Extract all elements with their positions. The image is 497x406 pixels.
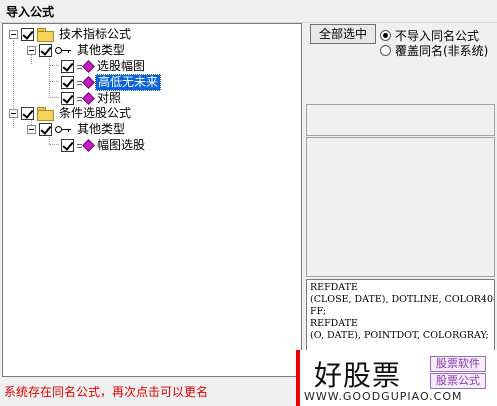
tree-node-label: 其他类型 xyxy=(77,121,126,136)
description-panel xyxy=(306,137,495,277)
checkbox[interactable] xyxy=(21,27,34,41)
tree-node-other-types[interactable]: 其他类型 xyxy=(27,42,127,58)
tree-leaf-label: 对照 xyxy=(97,90,122,105)
formula-icon xyxy=(77,76,95,89)
window-title: 导入公式 xyxy=(6,5,55,19)
tree-leaf-item[interactable]: 对照 xyxy=(61,90,123,106)
status-message: 系统存在同名公式，再次点击可以更名 xyxy=(4,385,209,399)
tree-connector xyxy=(49,81,59,82)
watermark-accent-bar xyxy=(296,350,300,406)
radio-icon[interactable] xyxy=(380,30,391,41)
name-panel xyxy=(306,104,495,136)
tree-connector xyxy=(49,144,59,145)
tree-leaf-item-selected[interactable]: 高低无未来 xyxy=(61,73,162,91)
folder-icon xyxy=(37,106,54,121)
select-all-button[interactable]: 全部选中 xyxy=(310,24,376,44)
formula-tree[interactable]: 技术指标公式 其他类型 选股幅图 高低无未来 对照 条件选股公式 其他类型 幅图… xyxy=(2,23,302,377)
title-bar: 导入公式 xyxy=(0,0,497,23)
watermark: 好股票 股票软件 股票公式 WWW.GOODGUPIAO.COM xyxy=(296,350,497,406)
tree-leaf-label: 选股幅图 xyxy=(97,58,146,73)
radio-overwrite-duplicates[interactable]: 覆盖同名(非系统) xyxy=(380,42,488,59)
tree-node-tech-formulas[interactable]: 技术指标公式 xyxy=(9,26,133,42)
tree-connector xyxy=(49,54,50,98)
watermark-brand: 好股票 xyxy=(314,359,402,392)
checkbox[interactable] xyxy=(61,138,74,152)
checkbox[interactable] xyxy=(61,91,74,105)
code-line: FF; xyxy=(310,306,327,317)
tree-connector xyxy=(49,65,59,66)
formula-icon xyxy=(77,60,95,73)
checkbox[interactable] xyxy=(21,106,34,120)
radio-icon[interactable] xyxy=(380,45,391,56)
checkbox[interactable] xyxy=(39,43,52,57)
tree-node-condition-formulas[interactable]: 条件选股公式 xyxy=(9,105,133,121)
key-icon xyxy=(55,44,71,56)
code-line: (O, DATE), POINTDOT, COLORGRAY; xyxy=(310,330,489,341)
formula-icon xyxy=(77,139,95,152)
key-icon xyxy=(55,123,71,135)
tree-node-label: 其他类型 xyxy=(77,42,126,57)
tree-leaf-item[interactable]: 幅图选股 xyxy=(61,137,147,153)
radio-label: 覆盖同名(非系统) xyxy=(395,44,489,58)
checkbox[interactable] xyxy=(61,59,74,73)
code-line: (CLOSE, DATE), DOTLINE, COLOR4080 xyxy=(310,294,495,305)
collapse-toggle-icon[interactable] xyxy=(9,108,18,118)
tree-node-label: 技术指标公式 xyxy=(59,26,132,41)
formula-icon xyxy=(77,92,95,105)
tree-connector xyxy=(49,97,59,98)
watermark-url: WWW.GOODGUPIAO.COM xyxy=(304,390,463,403)
watermark-tag: 股票软件 xyxy=(430,356,486,372)
collapse-toggle-icon[interactable] xyxy=(27,45,36,55)
tree-node-label: 条件选股公式 xyxy=(59,105,132,120)
tree-leaf-item[interactable]: 选股幅图 xyxy=(61,58,147,74)
watermark-tag: 股票公式 xyxy=(430,373,486,389)
collapse-toggle-icon[interactable] xyxy=(27,124,36,134)
tree-leaf-label: 幅图选股 xyxy=(97,137,146,152)
checkbox[interactable] xyxy=(39,122,52,136)
tree-leaf-label: 高低无未来 xyxy=(95,73,162,91)
collapse-toggle-icon[interactable] xyxy=(9,29,18,39)
folder-icon xyxy=(37,27,54,42)
code-line: REFDATE xyxy=(310,282,358,293)
code-line: REFDATE xyxy=(310,318,358,329)
checkbox[interactable] xyxy=(61,75,74,89)
tree-node-other-types[interactable]: 其他类型 xyxy=(27,121,127,137)
